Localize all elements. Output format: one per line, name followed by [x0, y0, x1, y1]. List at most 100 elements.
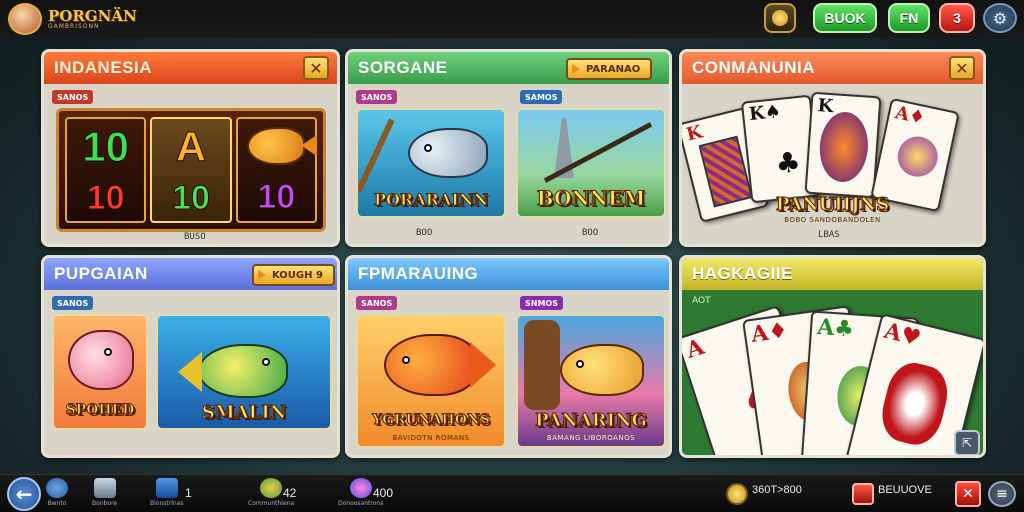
- slot-reels[interactable]: 10 10 A 10 10: [56, 108, 326, 232]
- back-button[interactable]: ←: [7, 477, 41, 511]
- book-button[interactable]: BUOK: [813, 3, 877, 33]
- nav-caption: Blonstrlnas: [150, 500, 184, 507]
- fish-symbol-icon: [247, 126, 306, 165]
- nav-count: 1: [185, 486, 192, 500]
- panel-footer: BUSO: [184, 232, 206, 242]
- promo-ribbon: PARANAO: [566, 58, 653, 80]
- gift-icon: [93, 478, 116, 498]
- card-face-art-icon: [817, 110, 871, 184]
- game-subtitle: BOBO SANDOBANDOLEN: [784, 216, 881, 224]
- menu-icon: ≡: [996, 486, 1008, 502]
- panel-title: INDANESIA: [44, 52, 337, 84]
- back-arrow-icon: ←: [15, 482, 33, 506]
- game-tag: SNMOS: [520, 296, 563, 310]
- nav-count: 400: [373, 486, 394, 500]
- reel-1: 10 10: [65, 117, 147, 223]
- nav-count: 42: [283, 486, 297, 500]
- fish-icon: [384, 334, 478, 396]
- panel-hagkagiie[interactable]: HAGKAGIIE AOT A ♠ A♦ A♣ A♥ ⇱: [679, 255, 986, 458]
- nav-caption: Communthlena: [248, 500, 295, 507]
- logo-text: PORGNÄN GAMBRISONN: [48, 6, 137, 30]
- spade-icon: ♣: [773, 145, 803, 181]
- close-icon: ✕: [955, 58, 969, 78]
- game-subtitle: BAMANG LIBOROANOS: [546, 434, 636, 442]
- eye-icon: [402, 356, 410, 364]
- app-logo[interactable]: PORGNÄN GAMBRISONN: [8, 3, 137, 35]
- coin-icon: [726, 483, 748, 505]
- globe-icon: [46, 478, 68, 498]
- orb-icon: [349, 478, 372, 498]
- fn-button[interactable]: FN: [888, 3, 930, 33]
- expand-icon: ⇱: [961, 436, 973, 450]
- panel-conmanunia[interactable]: CONMANUNIA ✕ K K♠ ♣ K A♦ PANUIIJNS BOBO …: [679, 49, 986, 247]
- panel-indanesia[interactable]: INDANESIA ✕ SANOS 10 10 A 10 10 BUSO: [41, 49, 340, 247]
- fishing-rod-icon: [358, 118, 395, 194]
- card-face-art-icon: [876, 357, 954, 450]
- fish-tail-icon: [470, 342, 496, 388]
- card-face-art-icon: [894, 132, 942, 181]
- game-thumbnail-bonnem[interactable]: BONNEM: [516, 108, 666, 218]
- game-thumbnail-panaring[interactable]: PANARING BAMANG LIBOROANOS: [516, 314, 666, 448]
- fish-icon: [68, 330, 134, 390]
- gear-icon: ⚙: [992, 8, 1008, 28]
- game-title: PANUIIJNS: [775, 194, 890, 216]
- eye-icon: [424, 144, 432, 152]
- reel-symbol: 10: [172, 178, 211, 217]
- game-subtitle: BAVIDOTN ROMANS: [392, 434, 470, 442]
- gem-icon: [852, 483, 874, 505]
- gem-balance: BEUUOVE: [878, 484, 932, 496]
- settings-button[interactable]: ⚙: [983, 3, 1017, 33]
- close-icon: ✕: [309, 58, 323, 78]
- chef-avatar-icon: [8, 3, 42, 35]
- card-rank-icon: A: [683, 333, 708, 364]
- close-icon: ✕: [962, 486, 974, 502]
- game-tag: SAMOS: [520, 90, 563, 104]
- reel-3: 10: [235, 117, 317, 223]
- card-rank-icon: K: [816, 95, 835, 118]
- menu-button[interactable]: ≡: [988, 481, 1016, 507]
- expand-button[interactable]: ⇱: [954, 430, 980, 455]
- playing-card: K: [804, 91, 882, 199]
- panel-sorgane[interactable]: SORGANE PARANAO SANOS SAMOS PORARAINN BO…: [345, 49, 672, 247]
- game-thumbnail-spohed[interactable]: SPOHED: [52, 314, 148, 430]
- game-tag: SANOS: [356, 296, 398, 310]
- game-tag: AOT: [692, 296, 711, 306]
- card-rank-icon: A♦: [893, 102, 928, 130]
- nav-caption: Bonbore: [92, 500, 118, 507]
- nav-item-bonus[interactable]: Bonbore: [92, 478, 117, 507]
- reel-symbol: 10: [82, 122, 130, 170]
- nav-caption: Bwnto: [47, 500, 67, 507]
- card-rank-icon: A♣: [816, 313, 855, 343]
- close-app-button[interactable]: ✕: [955, 481, 981, 507]
- game-tag: SANOS: [356, 90, 398, 104]
- reel-symbol: 10: [257, 177, 296, 216]
- game-thumbnail-porarainn[interactable]: PORARAINN: [356, 108, 506, 218]
- game-thumbnail-ygrunahons[interactable]: YGRUNAHONS BAVIDOTN ROMANS: [356, 314, 506, 448]
- reel-symbol: 10: [86, 178, 125, 217]
- close-button[interactable]: ✕: [949, 56, 975, 80]
- fish-icon: [408, 128, 488, 178]
- notification-button[interactable]: 3: [939, 3, 975, 33]
- coin-icon: [772, 10, 788, 26]
- logo-title: PORGNÄN: [48, 6, 137, 25]
- nav-item-stats[interactable]: Blonstrlnas: [150, 478, 183, 507]
- panel-footer: BOO: [416, 228, 433, 238]
- panel-footer: LBAS: [818, 230, 840, 240]
- close-button[interactable]: ✕: [303, 56, 329, 80]
- eye-icon: [104, 348, 112, 356]
- coin-shop-button[interactable]: [764, 3, 796, 33]
- panel-title: HAGKAGIIE: [682, 258, 983, 290]
- panel-pupgaian[interactable]: PUPGAIAN KOUGH 9 SANOS SPOHED SMALIN: [41, 255, 340, 458]
- game-title: BONNEM: [536, 186, 646, 211]
- game-tag: SANOS: [52, 296, 94, 310]
- game-thumbnail-smalin[interactable]: SMALIN: [156, 314, 332, 430]
- fish-icon: [198, 344, 288, 398]
- nav-caption: Donoosantrons: [338, 500, 384, 507]
- game-tag: SANOS: [52, 90, 94, 104]
- fish-tail-icon: [178, 352, 202, 392]
- panel-fpmarauing[interactable]: FPMARAUING SANOS SNMOS YGRUNAHONS BAVIDO…: [345, 255, 672, 458]
- tree-icon: [524, 320, 560, 410]
- nav-item-home[interactable]: Bwnto: [46, 478, 68, 507]
- bottom-bar: ← Bwnto Bonbore Blonstrlnas 1 Communthle…: [0, 474, 1024, 512]
- card-rank-icon: K♠: [748, 100, 782, 126]
